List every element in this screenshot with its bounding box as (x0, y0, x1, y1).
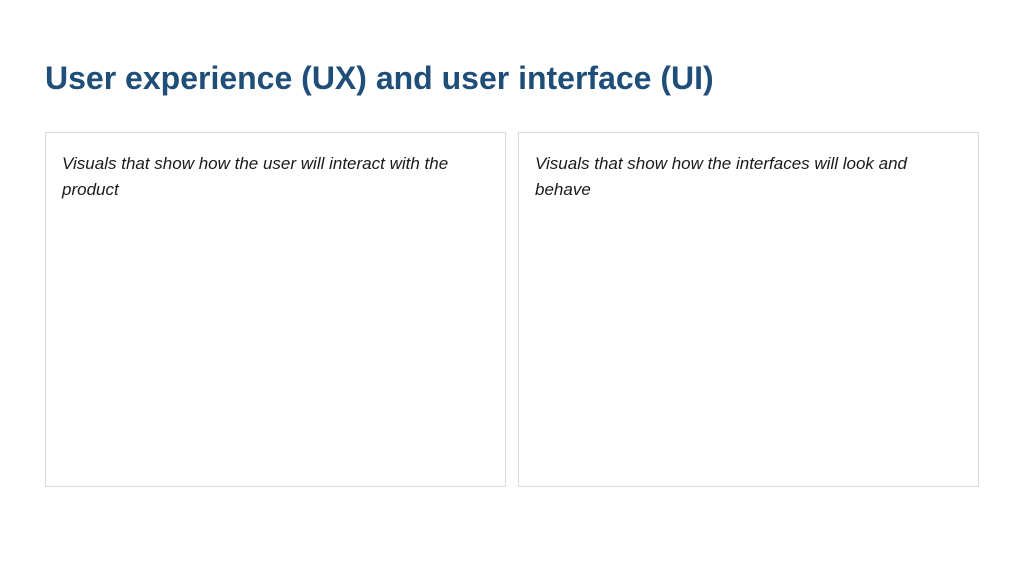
ux-panel: Visuals that show how the user will inte… (45, 132, 506, 487)
slide-title: User experience (UX) and user interface … (45, 60, 979, 97)
ui-panel: Visuals that show how the interfaces wil… (518, 132, 979, 487)
ux-panel-text: Visuals that show how the user will inte… (62, 151, 489, 202)
panels-container: Visuals that show how the user will inte… (45, 132, 979, 487)
ui-panel-text: Visuals that show how the interfaces wil… (535, 151, 962, 202)
